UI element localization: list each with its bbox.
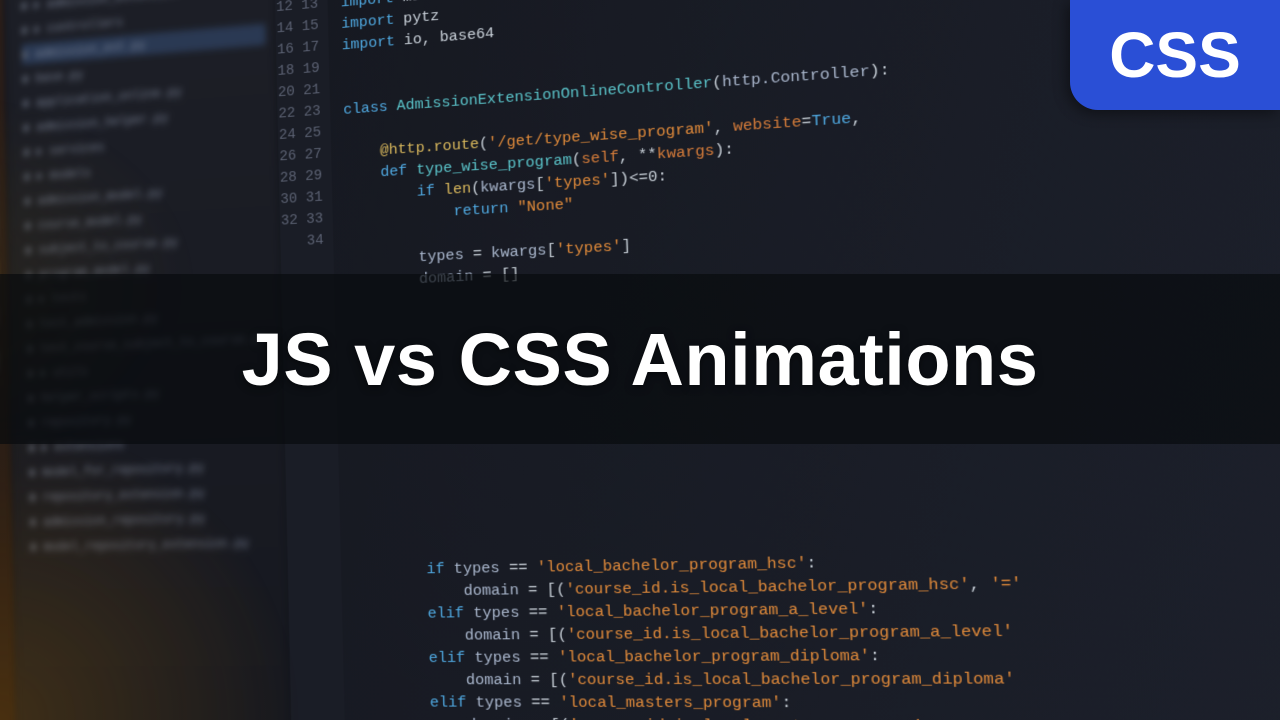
- category-badge-text: CSS: [1109, 18, 1241, 92]
- hero-title: JS vs CSS Animations: [242, 317, 1039, 402]
- explorer-item: model_repository_extension.py: [30, 531, 277, 557]
- hero-title-bar: JS vs CSS Animations: [0, 274, 1280, 444]
- explorer-item: admission_repository.py: [30, 505, 277, 532]
- code-line: domain = [('course_id.is_local_bachelor_…: [357, 665, 1280, 691]
- explorer-item: model_for_repository.py: [29, 454, 276, 482]
- code-line: elif types == 'local_masters_program':: [357, 691, 1280, 717]
- code-line: domain = [('course_id.is_local_masters_p…: [358, 713, 1280, 720]
- explorer-item: repository_extension.py: [29, 480, 276, 508]
- category-badge: CSS: [1070, 0, 1280, 110]
